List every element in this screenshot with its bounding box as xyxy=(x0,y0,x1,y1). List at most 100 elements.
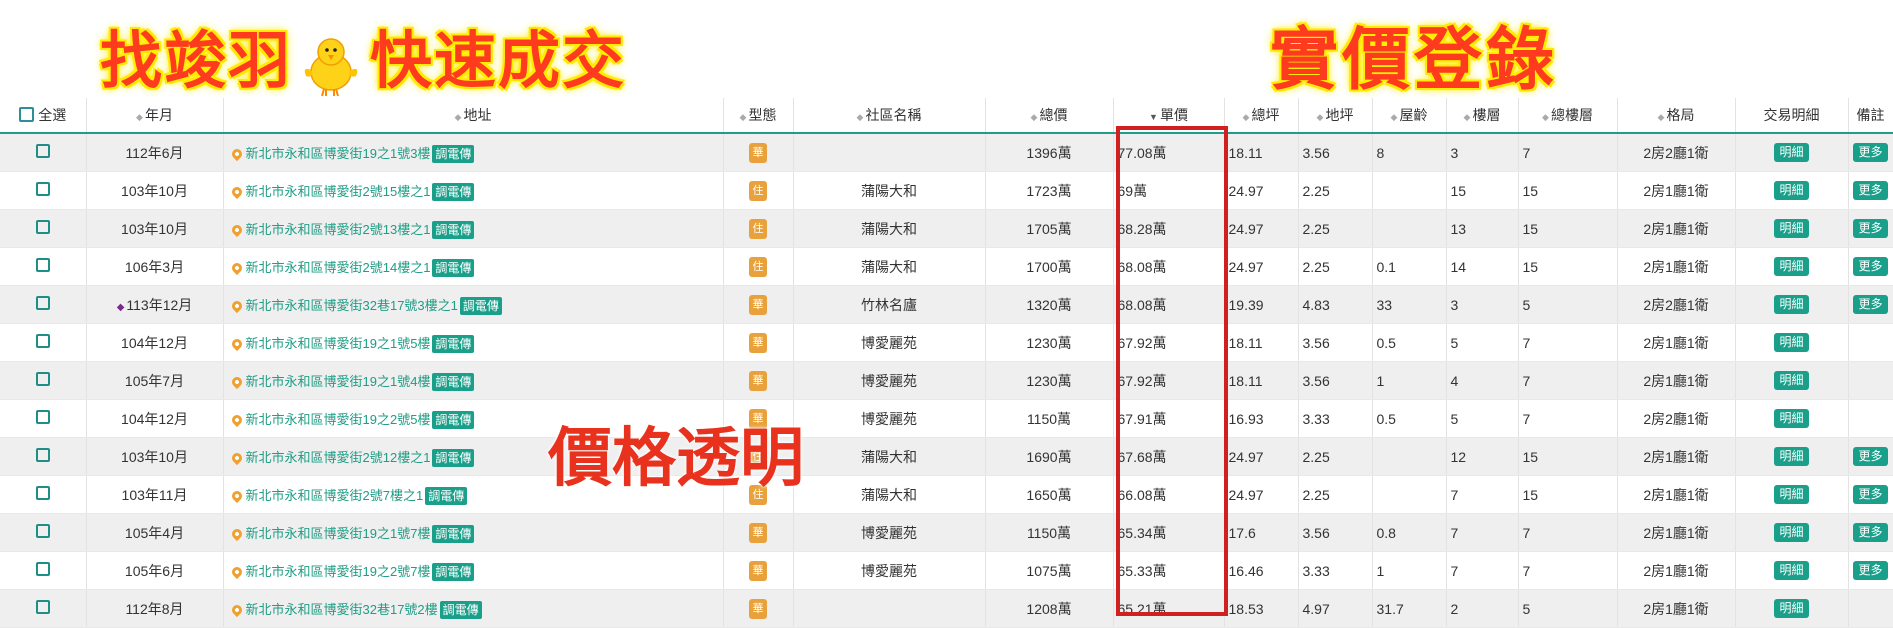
map-pin-icon[interactable] xyxy=(229,412,244,427)
address-link[interactable]: 新北市永和區博愛街19之2號7樓 xyxy=(246,564,431,579)
row-checkbox[interactable] xyxy=(35,182,50,196)
details-button[interactable]: 明細 xyxy=(1774,599,1809,618)
call-transfer-button[interactable]: 調電傳 xyxy=(425,486,468,505)
type-cell: 華 xyxy=(723,361,794,400)
address-link[interactable]: 新北市永和區博愛街2號13樓之1 xyxy=(246,222,431,237)
notes-cell: 更多 xyxy=(1848,475,1893,514)
address-link[interactable]: 新北市永和區博愛街2號7樓之1 xyxy=(246,488,424,503)
total-price-cell: 1208萬 xyxy=(985,589,1114,628)
address-link[interactable]: 新北市永和區博愛街19之1號4樓 xyxy=(246,374,431,389)
call-transfer-button[interactable]: 調電傳 xyxy=(432,334,475,353)
details-button[interactable]: 明細 xyxy=(1774,295,1809,314)
details-button[interactable]: 明細 xyxy=(1774,143,1809,162)
call-transfer-button[interactable]: 調電傳 xyxy=(432,220,475,239)
more-button[interactable]: 更多 xyxy=(1853,143,1888,162)
map-pin-icon[interactable] xyxy=(229,374,244,389)
header-layout[interactable]: ◆ 格局 xyxy=(1617,98,1736,134)
address-link[interactable]: 新北市永和區博愛街19之1號5樓 xyxy=(246,336,431,351)
row-checkbox[interactable] xyxy=(35,448,50,462)
address-link[interactable]: 新北市永和區博愛街32巷17號2樓 xyxy=(246,602,438,617)
more-button[interactable]: 更多 xyxy=(1853,181,1888,200)
more-button[interactable]: 更多 xyxy=(1853,219,1888,238)
details-button[interactable]: 明細 xyxy=(1774,333,1809,352)
type-badge: 住 xyxy=(749,180,767,201)
promo-middle-overlay: 價格透明 xyxy=(548,422,804,496)
call-transfer-button[interactable]: 調電傳 xyxy=(439,600,482,619)
row-checkbox[interactable] xyxy=(35,296,50,310)
details-button[interactable]: 明細 xyxy=(1774,257,1809,276)
call-transfer-button[interactable]: 調電傳 xyxy=(432,562,475,581)
map-pin-icon[interactable] xyxy=(229,488,244,503)
select-all-checkbox[interactable] xyxy=(19,107,35,122)
call-transfer-button[interactable]: 調電傳 xyxy=(432,410,475,429)
row-checkbox[interactable] xyxy=(35,258,50,272)
header-year-month[interactable]: ◆ 年月 xyxy=(86,98,224,134)
call-transfer-button[interactable]: 調電傳 xyxy=(432,258,475,277)
call-transfer-button[interactable]: 調電傳 xyxy=(432,144,475,163)
header-total-area[interactable]: ◆ 總坪 xyxy=(1224,98,1299,134)
more-button[interactable]: 更多 xyxy=(1853,447,1888,466)
call-transfer-button[interactable]: 調電傳 xyxy=(459,296,502,315)
address-link[interactable]: 新北市永和區博愛街32巷17號3樓之1 xyxy=(246,298,458,313)
row-checkbox[interactable] xyxy=(35,524,50,538)
map-pin-icon[interactable] xyxy=(229,298,244,313)
header-address[interactable]: ◆ 地址 xyxy=(223,98,724,134)
more-button[interactable]: 更多 xyxy=(1853,295,1888,314)
community-cell: 蒲陽大和 xyxy=(793,437,986,476)
notes-cell: 更多 xyxy=(1848,437,1893,476)
map-pin-icon[interactable] xyxy=(229,146,244,161)
map-pin-icon[interactable] xyxy=(229,450,244,465)
select-all-header[interactable]: 全選 xyxy=(0,98,87,134)
header-unit-price[interactable]: ▼ 單價 xyxy=(1113,98,1225,134)
more-button[interactable]: 更多 xyxy=(1853,257,1888,276)
map-pin-icon[interactable] xyxy=(229,564,244,579)
row-checkbox[interactable] xyxy=(35,220,50,234)
map-pin-icon[interactable] xyxy=(229,602,244,617)
header-floor[interactable]: ◆ 樓層 xyxy=(1446,98,1519,134)
details-button[interactable]: 明細 xyxy=(1774,523,1809,542)
map-pin-icon[interactable] xyxy=(229,260,244,275)
row-select-cell xyxy=(0,361,87,400)
details-button[interactable]: 明細 xyxy=(1774,219,1809,238)
map-pin-icon[interactable] xyxy=(229,184,244,199)
address-link[interactable]: 新北市永和區博愛街19之2號5樓 xyxy=(246,412,431,427)
row-checkbox[interactable] xyxy=(35,372,50,386)
header-land-area[interactable]: ◆ 地坪 xyxy=(1298,98,1373,134)
total-price-cell: 1320萬 xyxy=(985,285,1114,324)
more-button[interactable]: 更多 xyxy=(1853,485,1888,504)
details-button[interactable]: 明細 xyxy=(1774,561,1809,580)
row-checkbox[interactable] xyxy=(35,600,50,614)
details-button[interactable]: 明細 xyxy=(1774,371,1809,390)
more-button[interactable]: 更多 xyxy=(1853,561,1888,580)
details-button[interactable]: 明細 xyxy=(1774,181,1809,200)
row-checkbox[interactable] xyxy=(35,334,50,348)
call-transfer-button[interactable]: 調電傳 xyxy=(432,372,475,391)
row-checkbox[interactable] xyxy=(35,410,50,424)
header-community[interactable]: ◆ 社區名稱 xyxy=(793,98,986,134)
header-age[interactable]: ◆ 屋齡 xyxy=(1372,98,1447,134)
address-link[interactable]: 新北市永和區博愛街19之1號3樓 xyxy=(246,146,431,161)
call-transfer-button[interactable]: 調電傳 xyxy=(432,448,475,467)
table-row: 104年12月 新北市永和區博愛街19之2號5樓 調電傳華博愛麗苑 1150萬 67.9… xyxy=(0,399,1893,438)
total-area-cell: 18.11 xyxy=(1224,133,1299,172)
call-transfer-button[interactable]: 調電傳 xyxy=(432,524,475,543)
row-checkbox[interactable] xyxy=(35,144,50,158)
address-link[interactable]: 新北市永和區博愛街2號15樓之1 xyxy=(246,184,431,199)
header-total-price[interactable]: ◆ 總價 xyxy=(985,98,1114,134)
row-checkbox[interactable] xyxy=(35,562,50,576)
row-select-cell xyxy=(0,133,87,172)
row-checkbox[interactable] xyxy=(35,486,50,500)
map-pin-icon[interactable] xyxy=(229,526,244,541)
address-link[interactable]: 新北市永和區博愛街19之1號7樓 xyxy=(246,526,431,541)
more-button[interactable]: 更多 xyxy=(1853,523,1888,542)
map-pin-icon[interactable] xyxy=(229,336,244,351)
address-link[interactable]: 新北市永和區博愛街2號14樓之1 xyxy=(246,260,431,275)
header-total-floors[interactable]: ◆ 總樓層 xyxy=(1518,98,1618,134)
details-button[interactable]: 明細 xyxy=(1774,447,1809,466)
call-transfer-button[interactable]: 調電傳 xyxy=(432,182,475,201)
details-button[interactable]: 明細 xyxy=(1774,409,1809,428)
header-type[interactable]: ◆ 型態 xyxy=(723,98,794,134)
address-link[interactable]: 新北市永和區博愛街2號12樓之1 xyxy=(246,450,431,465)
map-pin-icon[interactable] xyxy=(229,222,244,237)
details-button[interactable]: 明細 xyxy=(1774,485,1809,504)
